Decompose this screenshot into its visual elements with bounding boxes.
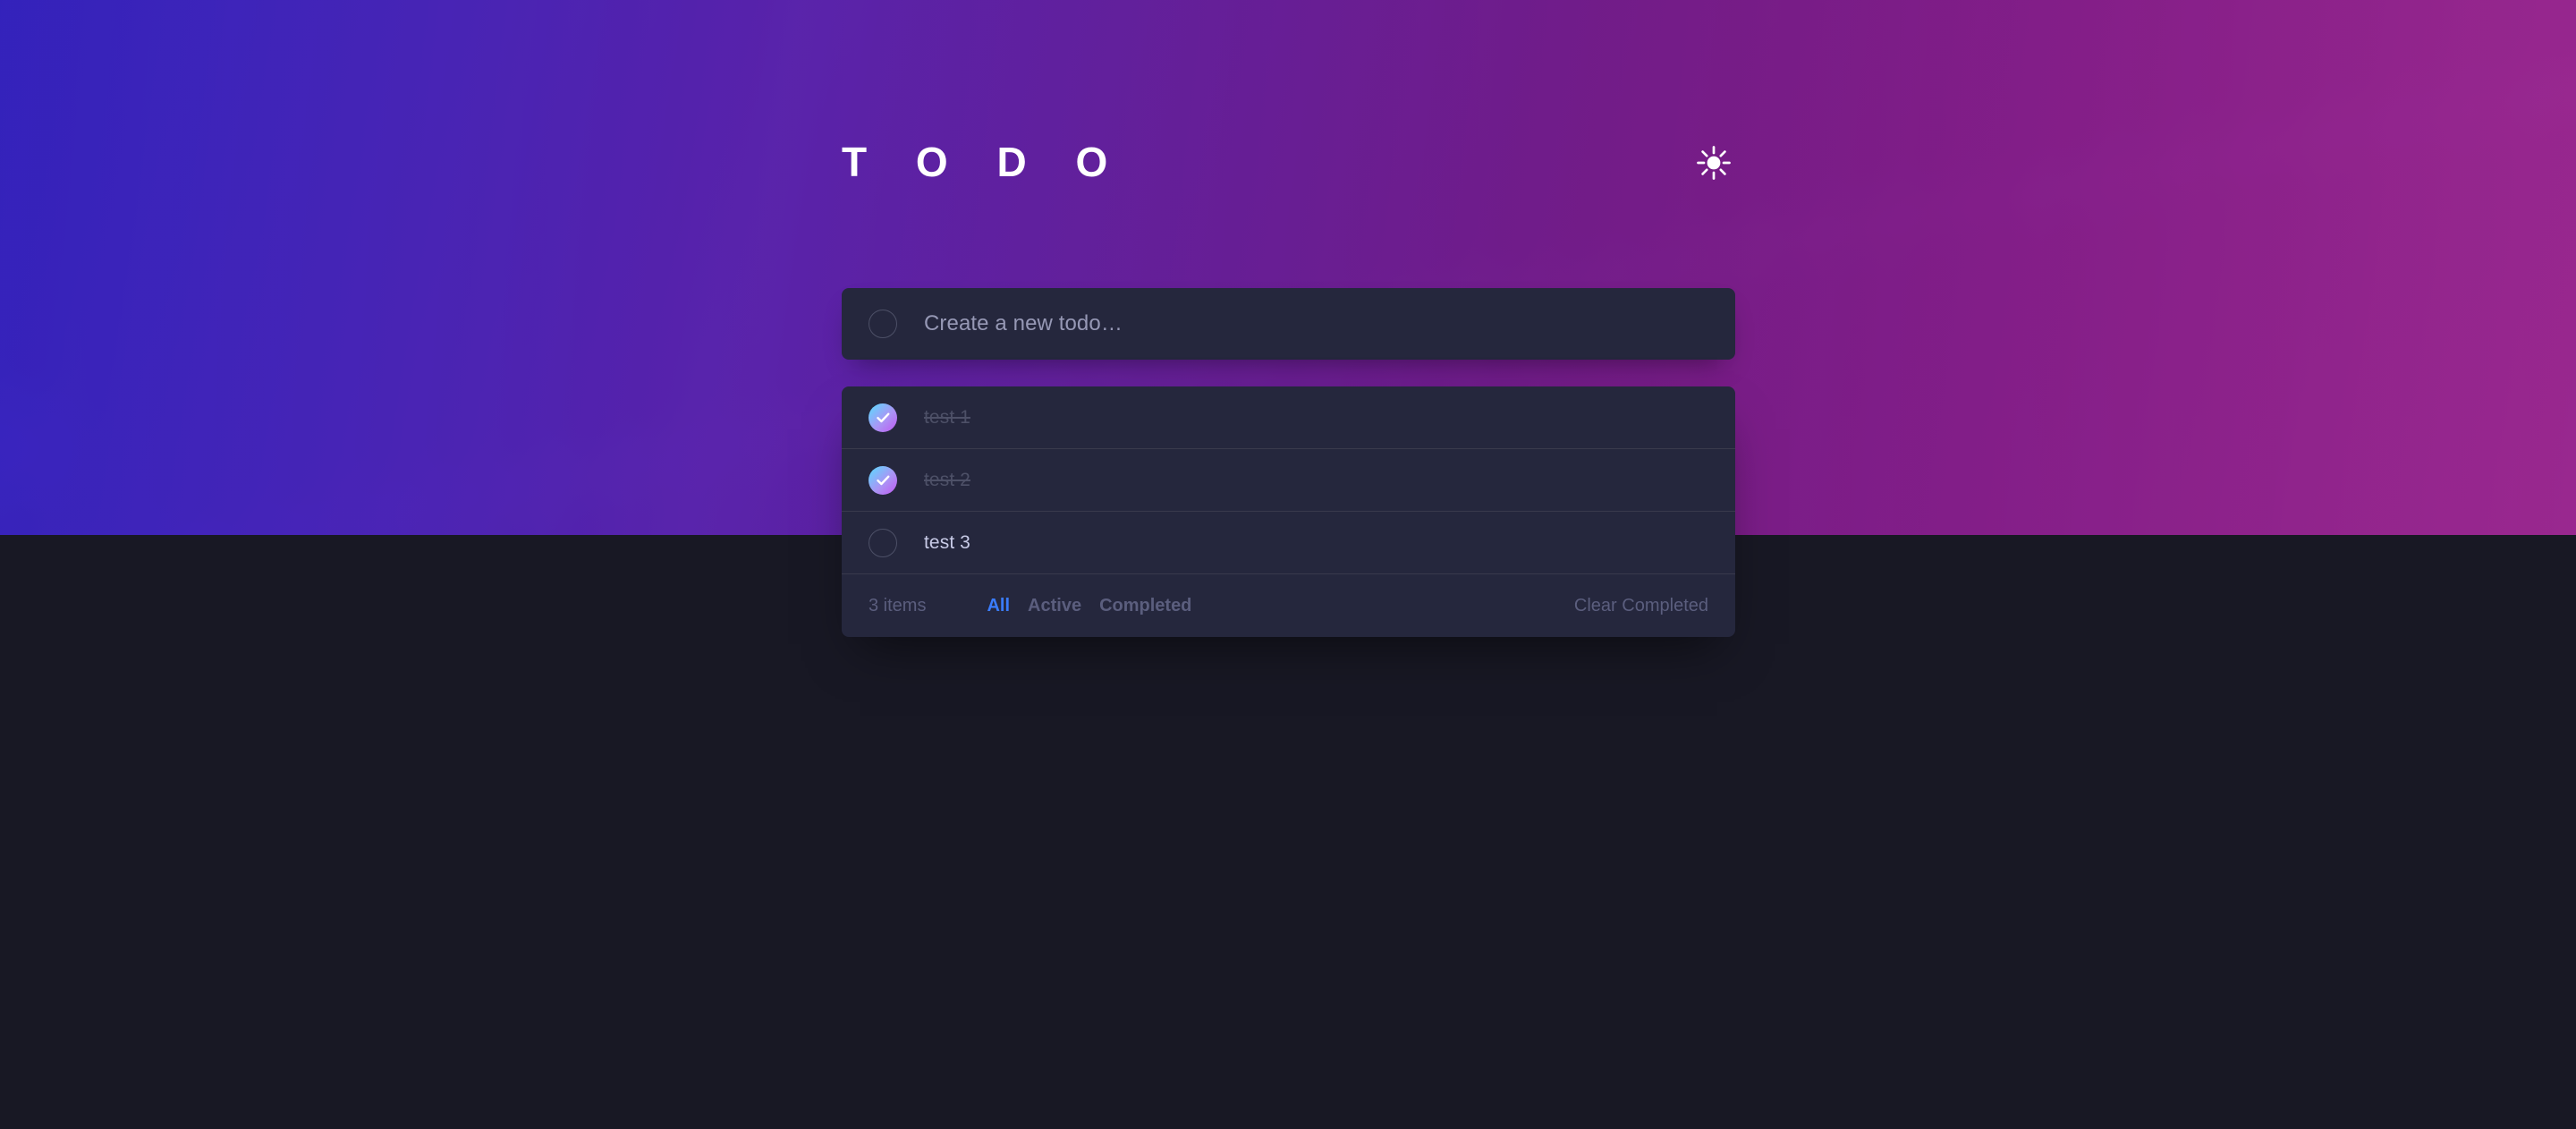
new-todo-card	[842, 288, 1735, 360]
todo-list-item[interactable]: test 2	[842, 449, 1735, 512]
app-header: T O D O	[842, 0, 1735, 288]
items-left-count: 3 items	[869, 595, 927, 615]
check-icon	[876, 475, 889, 485]
todo-item-label: test 1	[924, 406, 970, 428]
filter-all[interactable]: All	[987, 596, 1010, 616]
todo-list-item[interactable]: test 3	[842, 512, 1735, 574]
todo-checkbox[interactable]	[869, 528, 897, 557]
app-container: T O D O Create a new todo… test 1 test 2…	[842, 0, 1735, 637]
todo-list-footer: 3 items All Active Completed Clear Compl…	[842, 574, 1735, 637]
filter-completed[interactable]: Completed	[1099, 596, 1191, 616]
filter-active[interactable]: Active	[1028, 596, 1081, 616]
theme-toggle-button[interactable]	[1694, 143, 1733, 183]
page-title: T O D O	[842, 139, 1127, 185]
new-todo-input[interactable]	[924, 311, 1708, 336]
todo-list-card: test 1 test 2 test 3 3 items All Active …	[842, 386, 1735, 637]
todo-checkbox[interactable]	[869, 465, 897, 495]
sun-icon	[1697, 146, 1731, 180]
filter-group: All Active Completed	[987, 596, 1191, 616]
clear-completed-button[interactable]: Clear Completed	[1574, 596, 1708, 616]
todo-list-item[interactable]: test 1	[842, 386, 1735, 449]
todo-item-label: test 3	[924, 531, 970, 553]
todo-item-label: test 2	[924, 469, 970, 490]
new-todo-checkbox[interactable]	[869, 310, 897, 338]
todo-checkbox[interactable]	[869, 403, 897, 432]
check-icon	[876, 412, 889, 422]
